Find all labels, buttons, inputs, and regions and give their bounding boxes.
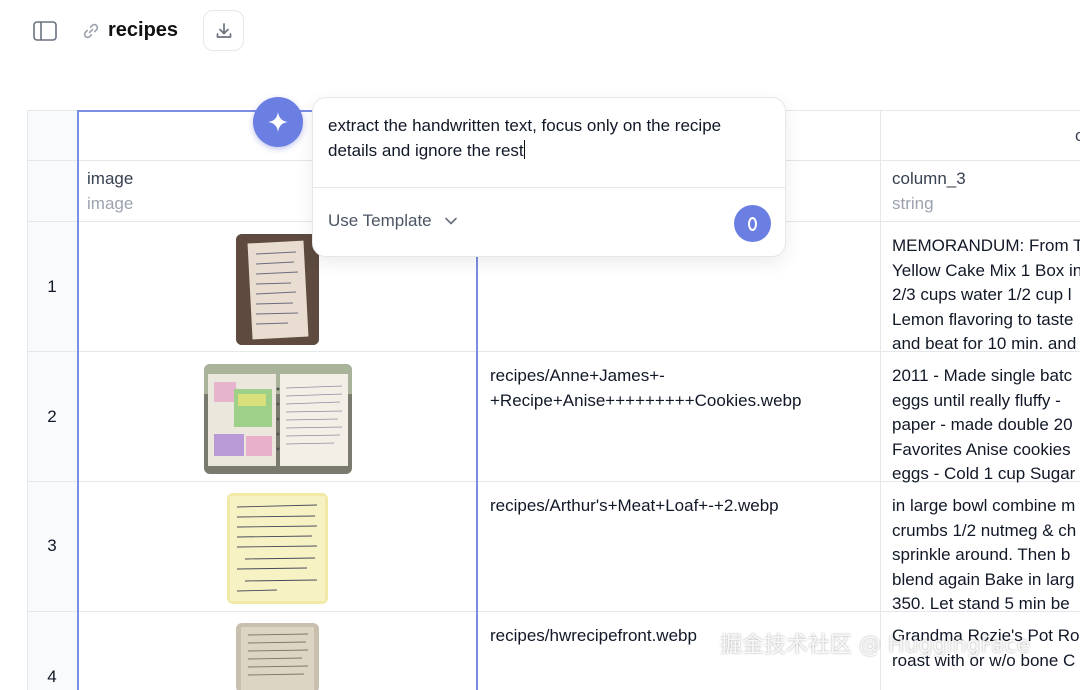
column-type: image xyxy=(87,194,134,213)
use-template-label: Use Template xyxy=(328,211,432,230)
download-button[interactable] xyxy=(203,10,244,51)
prompt-input[interactable]: extract the handwritten text, focus only… xyxy=(328,114,768,163)
watermark: 掘金技术社区 @ HuggingFace xyxy=(720,633,1031,658)
sidebar-toggle-icon[interactable] xyxy=(33,21,57,41)
text-caret xyxy=(523,139,525,159)
popup-divider xyxy=(313,187,785,188)
cell-text[interactable]: 2011 - Made single batc eggs until reall… xyxy=(892,364,1080,487)
cell-text[interactable]: MEMORANDUM: From T Yellow Cake Mix 1 Box… xyxy=(892,234,1080,357)
cell-text[interactable]: in large bowl combine m crumbs 1/2 nutme… xyxy=(892,494,1080,617)
recipe-image-thumbnail[interactable] xyxy=(236,234,319,345)
sparkle-icon xyxy=(268,112,288,132)
dataset-title: recipes xyxy=(108,19,179,41)
recipe-image-thumbnail[interactable] xyxy=(227,493,328,604)
download-icon xyxy=(216,22,231,38)
recipe-image-thumbnail[interactable] xyxy=(204,364,352,474)
column-type: string xyxy=(892,194,934,213)
column-name: column_3 xyxy=(892,169,966,188)
chevron-down-icon xyxy=(444,217,457,225)
recipe-image-thumbnail[interactable] xyxy=(236,623,319,690)
send-button[interactable] xyxy=(734,205,771,242)
row-number: 2 xyxy=(47,407,57,426)
cell-path[interactable]: recipes/Arthur's+Meat+Loaf+-+2.webp xyxy=(490,494,870,519)
column-header-column-3[interactable]: column_3 string c xyxy=(880,110,1080,221)
row-number-column xyxy=(27,110,77,690)
row-number: 3 xyxy=(47,536,57,555)
row-number: 4 xyxy=(47,667,57,686)
column-name: image xyxy=(87,169,134,188)
column-4-header-partial: c xyxy=(1075,126,1080,145)
cell-path[interactable]: recipes/Anne+James+- +Recipe+Anise++++++… xyxy=(490,364,870,413)
send-icon xyxy=(748,216,757,231)
ai-generate-button[interactable] xyxy=(253,97,303,147)
prompt-popup: extract the handwritten text, focus only… xyxy=(312,97,786,257)
use-template-dropdown[interactable]: Use Template xyxy=(328,211,458,231)
link-icon xyxy=(83,23,99,39)
row-number: 1 xyxy=(47,277,57,296)
